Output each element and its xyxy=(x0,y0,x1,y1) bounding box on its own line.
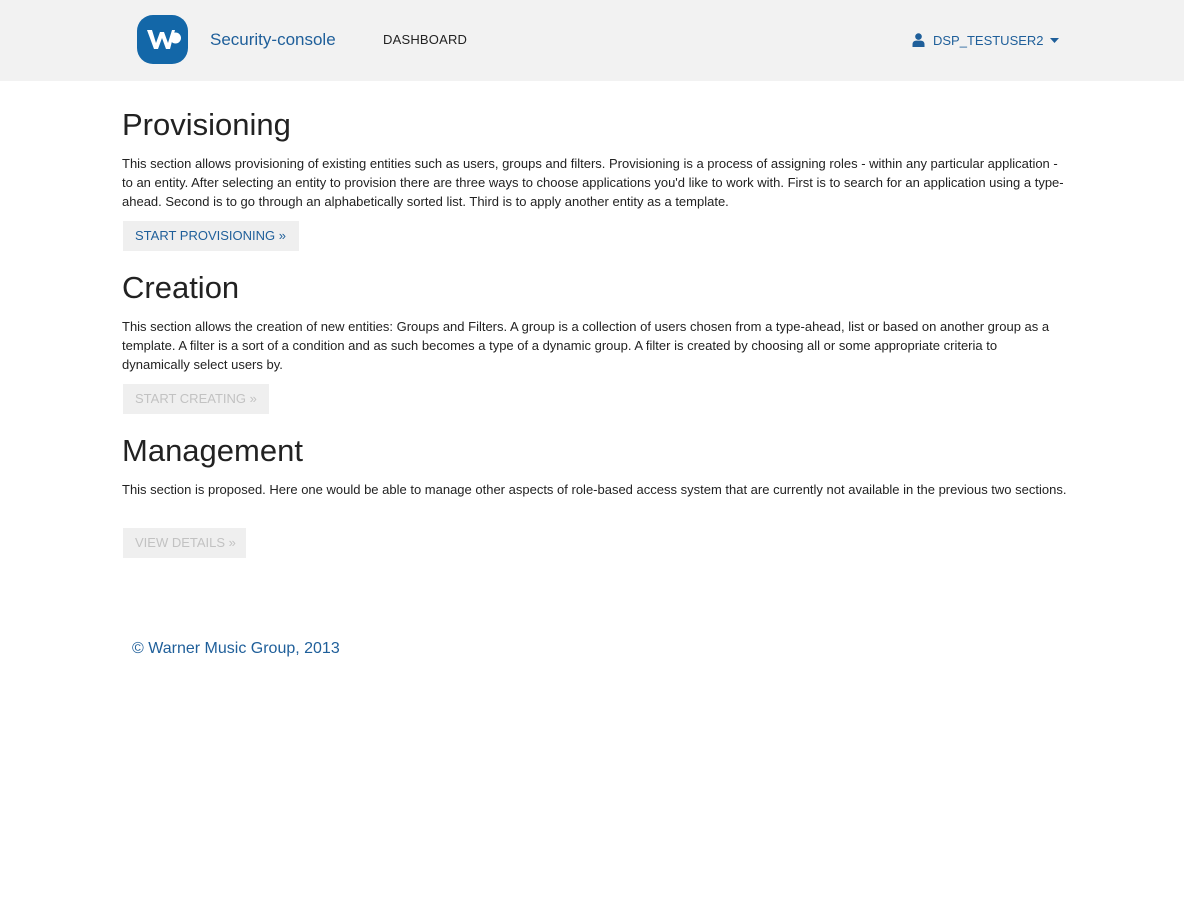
footer-copyright: © Warner Music Group, 2013 xyxy=(132,640,340,657)
user-name: DSP_TESTUSER2 xyxy=(933,32,1044,48)
warner-music-logo-icon[interactable] xyxy=(137,15,188,64)
start-creating-button: START CREATING » xyxy=(123,384,269,414)
section-text-creation: This section allows the creation of new … xyxy=(122,319,1050,372)
user-icon xyxy=(912,33,925,47)
section-text-provisioning: This section allows provisioning of exis… xyxy=(122,156,1064,209)
caret-down-icon xyxy=(1049,37,1059,43)
nav-dashboard-link[interactable]: DASHBOARD xyxy=(383,32,467,48)
brand-link[interactable]: Security-console xyxy=(210,29,336,51)
view-details-button: VIEW DETAILS » xyxy=(123,528,246,558)
top-navbar: Security-console DASHBOARD DSP_TESTUSER2 xyxy=(0,0,1184,81)
start-provisioning-button[interactable]: START PROVISIONING » xyxy=(123,221,299,251)
section-title-provisioning: Provisioning xyxy=(122,107,291,142)
section-text-management: This section is proposed. Here one would… xyxy=(122,482,1067,497)
user-dropdown[interactable]: DSP_TESTUSER2 xyxy=(912,30,1059,50)
section-title-management: Management xyxy=(122,433,303,468)
section-title-creation: Creation xyxy=(122,270,240,305)
